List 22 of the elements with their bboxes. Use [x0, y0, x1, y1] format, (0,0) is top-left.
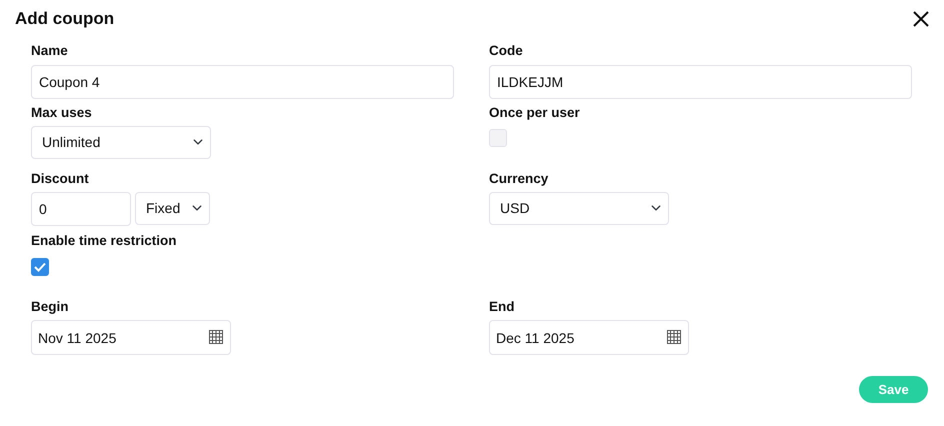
field-label: Code — [489, 43, 524, 60]
calendar-icon[interactable] — [667, 330, 681, 344]
date-field[interactable]: Dec 11 2025 — [489, 320, 689, 356]
field-label: Begin — [31, 299, 70, 316]
close-icon[interactable] — [912, 10, 930, 28]
date-field[interactable]: Nov 11 2025 — [31, 320, 231, 356]
dropdown[interactable]: Fixed — [135, 192, 210, 225]
field-label: Discount — [31, 170, 90, 187]
dialog-title: Add coupon — [15, 9, 114, 30]
field-label: Enable time restriction — [31, 232, 178, 250]
checkbox[interactable] — [31, 258, 49, 276]
field-label: Currency — [489, 170, 550, 187]
field-label: Once per user — [489, 104, 581, 121]
text-field[interactable]: ILDKEJJM — [489, 64, 912, 99]
field-label: End — [489, 299, 516, 316]
calendar-icon[interactable] — [209, 330, 223, 344]
field-label: Name — [31, 43, 69, 60]
dropdown[interactable]: Unlimited — [31, 126, 211, 159]
number-field[interactable]: 0 — [31, 192, 131, 226]
dropdown[interactable]: USD — [489, 192, 669, 225]
text-field[interactable]: Coupon 4 — [31, 64, 454, 99]
field-label: Max uses — [31, 104, 93, 121]
